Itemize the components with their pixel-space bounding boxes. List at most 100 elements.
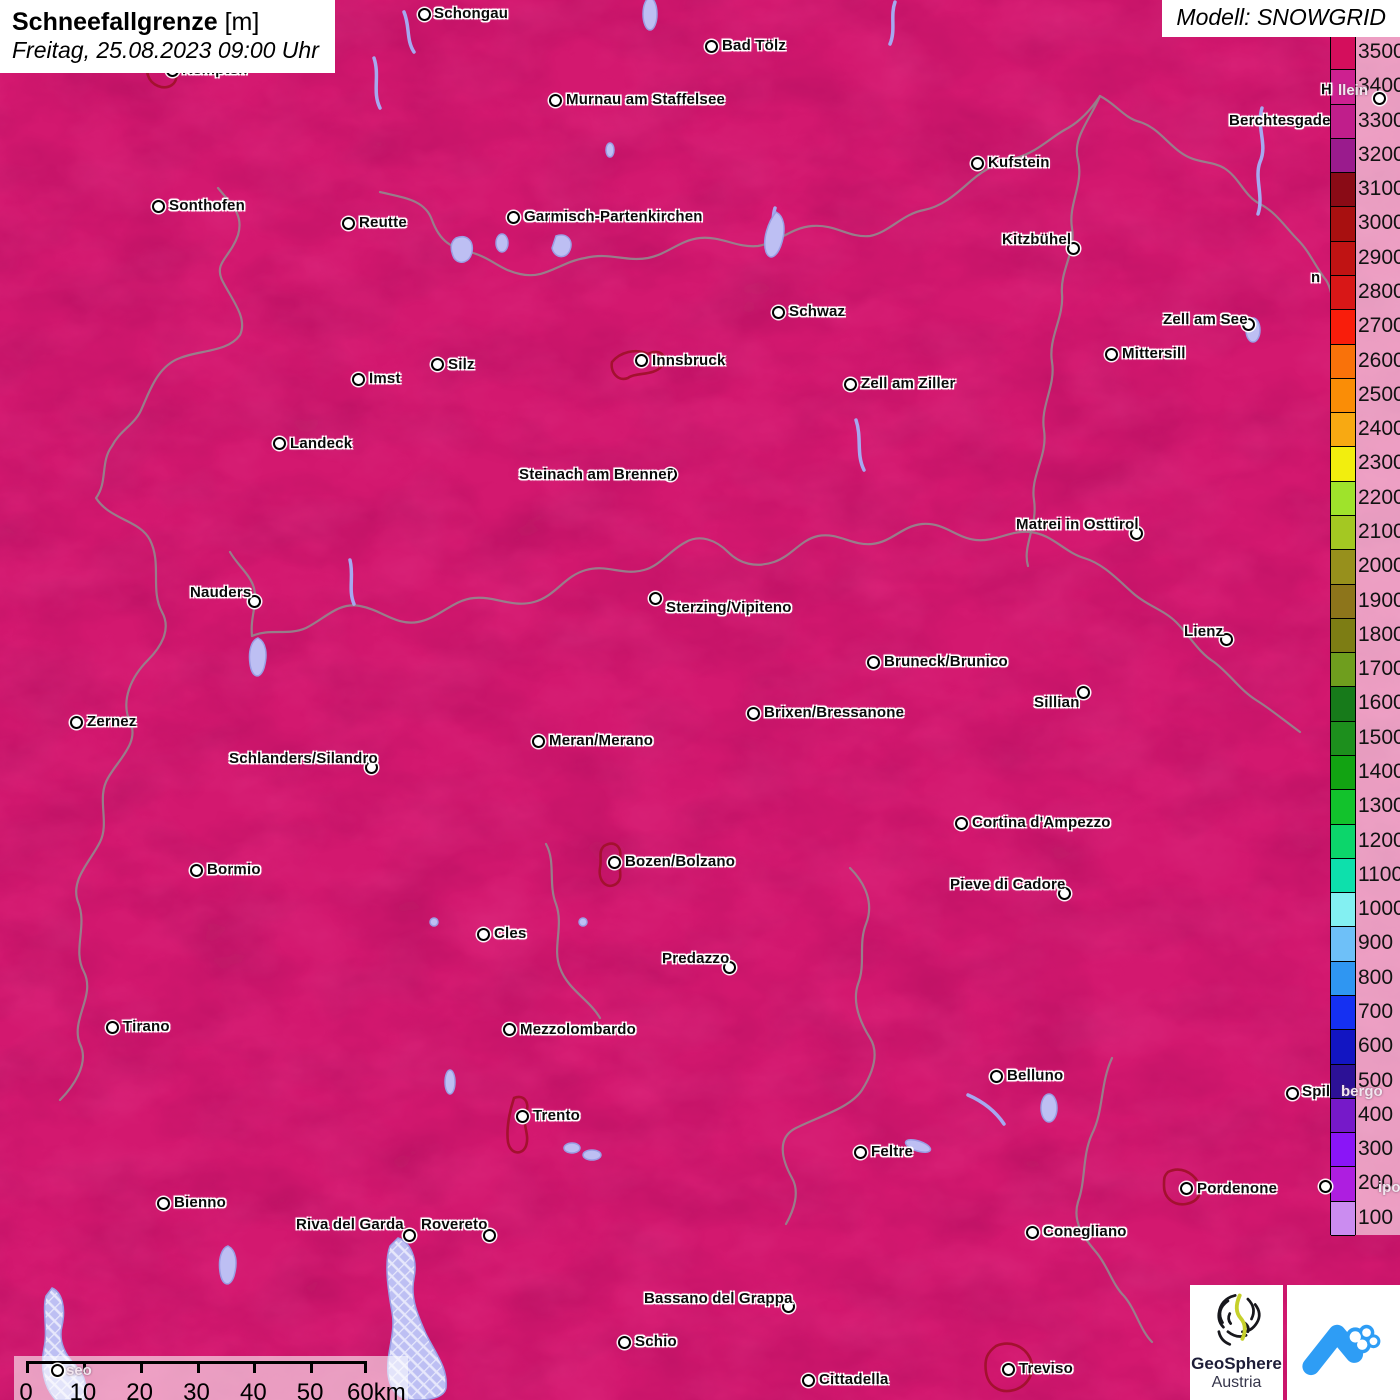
colorbar-segment	[1331, 1099, 1355, 1133]
colorbar-segment	[1331, 105, 1355, 139]
colorbar-value: 2700	[1358, 309, 1400, 343]
map-datetime: Freitag, 25.08.2023 09:00 Uhr	[12, 37, 319, 64]
city-dot	[51, 1364, 64, 1377]
city-dot	[1026, 1226, 1039, 1239]
colorbar-value: 600	[1358, 1029, 1400, 1063]
colorbar-value: 3100	[1358, 172, 1400, 206]
city-label: Kitzbühel	[1002, 231, 1071, 249]
city-label: Garmisch-Partenkirchen	[524, 208, 703, 226]
colorbar-value: 1300	[1358, 789, 1400, 823]
city-dot	[1319, 1180, 1332, 1193]
city-dot	[1002, 1363, 1015, 1376]
city-label: Innsbruck	[652, 352, 725, 370]
city-dot	[106, 1021, 119, 1034]
colorbar-value: 1700	[1358, 652, 1400, 686]
city-dot	[1286, 1087, 1299, 1100]
city-dot	[152, 200, 165, 213]
colorbar-segment	[1331, 1030, 1355, 1064]
city-dot	[342, 217, 355, 230]
scalebar-label: 20	[126, 1379, 153, 1400]
city-dot	[772, 306, 785, 319]
city-dot	[477, 928, 490, 941]
colorbar-value: 700	[1358, 995, 1400, 1029]
city-label: Sterzing/Vipiteno	[666, 599, 792, 617]
scalebar-label: 50	[297, 1379, 324, 1400]
colorbar-value: 2000	[1358, 549, 1400, 583]
city-label: Riva del Garda	[296, 1216, 404, 1234]
colorbar-value: 2500	[1358, 378, 1400, 412]
city-label: Cles	[494, 925, 527, 943]
city-dot	[503, 1023, 516, 1036]
city-label: Matrei in Osttirol	[1016, 516, 1139, 534]
geosphere-logo-box: GeoSphere Austria	[1190, 1285, 1283, 1400]
geosphere-logo-subtext: Austria	[1190, 1373, 1283, 1392]
colorbar-value: 400	[1358, 1098, 1400, 1132]
colorbar-value: 300	[1358, 1132, 1400, 1166]
city-label: Feltre	[871, 1143, 913, 1161]
colorbar-value: 1800	[1358, 618, 1400, 652]
colorbar-segment	[1331, 1167, 1355, 1201]
city-label: Treviso	[1019, 1360, 1073, 1378]
colorbar-segment	[1331, 756, 1355, 790]
snowgrid-logo-box	[1287, 1285, 1400, 1400]
city-label: Bruneck/Brunico	[884, 653, 1008, 671]
city-label: Cortina d'Ampezzo	[972, 814, 1111, 832]
scalebar-tick	[310, 1364, 313, 1373]
city-dot	[867, 656, 880, 669]
colorbar-value: 2800	[1358, 275, 1400, 309]
city-dot	[747, 707, 760, 720]
city-label: Brixen/Bressanone	[764, 704, 904, 722]
colorbar-value: 3500	[1358, 35, 1400, 69]
city-label: Trento	[533, 1107, 580, 1125]
city-dot	[854, 1146, 867, 1159]
snowfall-level-map: SchongauBad TölzKemptenMurnau am Staffel…	[0, 0, 1400, 1400]
colorbar-value: 1600	[1358, 686, 1400, 720]
colorbar-segment	[1331, 687, 1355, 721]
river-lines	[350, 2, 1263, 1124]
colorbar-value: 1000	[1358, 892, 1400, 926]
colorbar-segment	[1331, 790, 1355, 824]
colorbar-segment	[1331, 1202, 1355, 1236]
partial-label: llein	[1338, 82, 1368, 100]
colorbar-segment	[1331, 962, 1355, 996]
partial-label: H	[1321, 81, 1332, 99]
colorbar-value: 3000	[1358, 206, 1400, 240]
geosphere-contour-icon	[1208, 1289, 1266, 1349]
city-label: Zell am See	[1163, 311, 1248, 329]
colorbar-segment	[1331, 859, 1355, 893]
colorbar-segment	[1331, 722, 1355, 756]
title-unit: [m]	[225, 8, 260, 36]
city-label: Pordenone	[1197, 1180, 1277, 1198]
city-label: Rovereto	[421, 1216, 488, 1234]
partial-label: seo	[66, 1362, 92, 1380]
city-label: Meran/Merano	[549, 732, 653, 750]
city-label: Mezzolombardo	[520, 1021, 636, 1039]
city-label: Lienz	[1184, 623, 1223, 641]
colorbar-value: 1100	[1358, 858, 1400, 892]
colorbar-value: 2900	[1358, 241, 1400, 275]
city-label: Nauders	[190, 584, 251, 602]
city-label: Predazzo	[662, 950, 729, 968]
city-label: Murnau am Staffelsee	[566, 91, 725, 109]
scalebar-tick	[26, 1364, 29, 1373]
colorbar-segment	[1331, 482, 1355, 516]
colorbar-value: 2200	[1358, 481, 1400, 515]
city-label: Mittersill	[1122, 345, 1186, 363]
partial-label: ipo	[1378, 1179, 1400, 1197]
border-lines	[60, 96, 1340, 1342]
colorbar-segment	[1331, 447, 1355, 481]
colorbar-value: 800	[1358, 961, 1400, 995]
colorbar-value: 100	[1358, 1201, 1400, 1235]
city-dot	[635, 354, 648, 367]
city-dot	[549, 94, 562, 107]
colorbar-value: 1200	[1358, 824, 1400, 858]
partial-label: bergo	[1341, 1083, 1383, 1101]
colorbar-segment	[1331, 619, 1355, 653]
colorbar-value: 1900	[1358, 584, 1400, 618]
colorbar-segment	[1331, 825, 1355, 859]
city-label: Sillian	[1034, 694, 1080, 712]
city-dot	[532, 735, 545, 748]
model-label: Modell: SNOWGRID	[1162, 0, 1400, 37]
colorbar-segment	[1331, 379, 1355, 413]
map-title: Schneefallgrenze [m]	[12, 7, 319, 37]
